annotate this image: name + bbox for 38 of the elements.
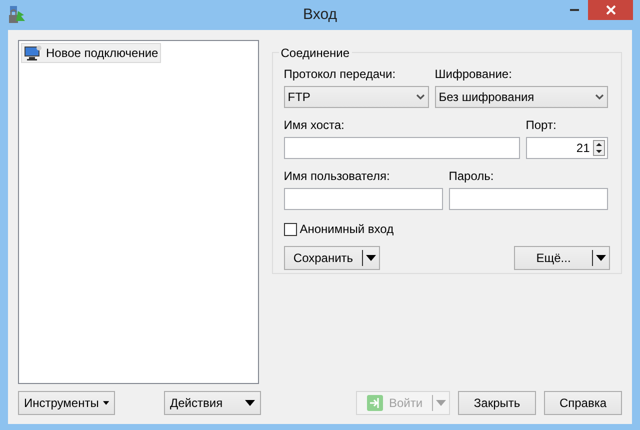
window-title: Вход [302,4,338,25]
spinner-arrows-icon [592,140,605,156]
close-button[interactable] [588,0,633,20]
field-label: Порт: [526,117,558,134]
monitor-icon [24,45,42,61]
chevron-down-icon [416,94,425,100]
close-icon [606,5,616,15]
dropdown-arrow-icon [596,255,606,261]
dropdown[interactable]: Без шифрования [434,86,608,108]
menu-button[interactable]: Действия [164,391,261,415]
chevron-down-icon [594,94,604,100]
save-button[interactable]: Сохранить [284,246,380,270]
dialog-button[interactable]: Закрыть [458,391,536,415]
menu-button[interactable]: Инструменты [18,391,115,415]
minimize-icon [570,9,579,11]
dropdown-value: Без шифрования [438,89,534,106]
field-label: Протокол передачи: [284,66,397,83]
more-button[interactable]: Ещё... [514,246,610,270]
input-field[interactable] [448,188,608,210]
field-label: Пароль: [448,168,495,185]
dialog-button[interactable]: Справка [544,391,622,415]
dropdown[interactable]: FTP [284,86,429,108]
field-label: Имя хоста: [284,117,346,134]
dropdown-arrow-icon [245,400,255,406]
checkbox-label: Анонимный вход [300,221,394,238]
field-label: Шифрование: [434,66,513,83]
dropdown-arrow-icon [102,400,109,406]
input-field[interactable] [284,137,520,159]
input-field[interactable] [284,188,443,210]
site-item[interactable]: Новое подключение [21,43,162,63]
port-spinner[interactable]: 21 [526,137,608,159]
field-label: Имя пользователя: [284,168,391,185]
lock-computer-icon [9,6,27,24]
login-icon [367,395,383,411]
dropdown-value: FTP [288,89,310,106]
anonymous-checkbox[interactable] [284,222,297,236]
dropdown-arrow-icon [436,400,446,406]
dropdown-arrow-icon [366,255,376,261]
